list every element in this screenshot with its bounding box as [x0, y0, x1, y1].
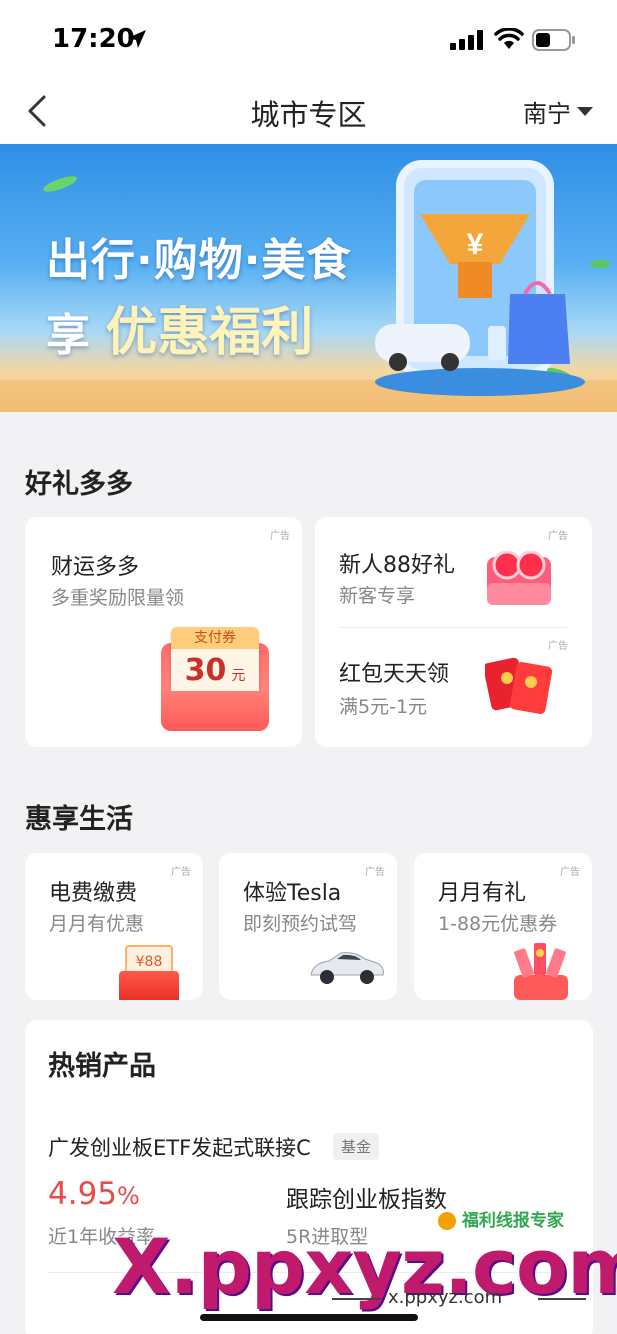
- svg-text:¥: ¥: [467, 228, 484, 261]
- banner-subheadline: 享 优惠福利: [46, 290, 313, 365]
- card-subtitle: 即刻预约试驾: [243, 913, 358, 935]
- life-card-tesla[interactable]: 广告 体验Tesla 即刻预约试驾: [219, 853, 397, 1000]
- gift-card-caiyun[interactable]: 广告 财运多多 多重奖励限量领 支付券 30 元: [25, 517, 302, 747]
- status-time: 17:20: [52, 24, 135, 54]
- section-title-life: 惠享生活: [25, 804, 133, 835]
- city-selector[interactable]: 南宁: [523, 94, 593, 129]
- coupon-unit: 元: [231, 668, 246, 684]
- status-bar: 17:20: [0, 0, 617, 80]
- banner-headline: 出行·购物·美食: [46, 235, 352, 286]
- caret-down-icon: [577, 107, 593, 116]
- bill-coupon-illustration: ¥88: [119, 945, 179, 1000]
- gift-pot-icon: [514, 943, 568, 1000]
- section-title-gifts: 好礼多多: [25, 469, 133, 500]
- coupon-value: 30: [184, 653, 227, 688]
- card-title: 月月有礼: [438, 881, 527, 906]
- life-card-electricity[interactable]: 广告 电费缴费 月月有优惠 ¥88: [25, 853, 203, 1000]
- watermark-small: x.ppxyz.com: [388, 1287, 503, 1308]
- card-subtitle: 满5元-1元: [339, 696, 428, 718]
- return-value: 4.95: [48, 1176, 118, 1212]
- gift-item-newuser[interactable]: 新人88好礼 新客专享: [315, 517, 592, 627]
- card-subtitle: 多重奖励限量领: [51, 587, 185, 609]
- fund-badge: 基金: [333, 1133, 380, 1160]
- red-envelope-icon: [485, 657, 553, 714]
- product-name: 广发创业板ETF发起式联接C: [48, 1136, 311, 1160]
- cellular-signal-icon: [450, 30, 483, 50]
- coupon-illustration: 支付券 30 元: [161, 627, 269, 731]
- ad-tag: 广告: [171, 867, 191, 878]
- promo-banner[interactable]: 出行·购物·美食 享 优惠福利 ¥: [0, 144, 617, 412]
- watermark-line-left: [332, 1298, 380, 1300]
- nav-bar: 城市专区 南宁: [0, 80, 617, 144]
- banner-prefix: 享: [46, 310, 90, 361]
- card-title: 体验Tesla: [243, 881, 342, 906]
- card-title: 新人88好礼: [339, 553, 455, 578]
- gift-item-redpacket[interactable]: 红包天天领 满5元-1元: [315, 628, 592, 747]
- card-title: 财运多多: [51, 555, 140, 580]
- city-label: 南宁: [523, 100, 571, 128]
- product-return-rate: 4.95%: [48, 1176, 140, 1212]
- gift-box-88-icon: [487, 550, 551, 605]
- ad-tag: 广告: [560, 867, 580, 878]
- battery-icon: [532, 29, 575, 51]
- banner-highlight: 优惠福利: [105, 303, 314, 363]
- location-arrow-icon: [128, 30, 146, 48]
- card-subtitle: 新客专享: [339, 585, 416, 607]
- wifi-icon: [494, 28, 524, 49]
- ad-tag: 广告: [270, 531, 290, 542]
- life-card-monthly-gift[interactable]: 广告 月月有礼 1-88元优惠券: [414, 853, 592, 1000]
- gift-card-group: 广告 新人88好礼 新客专享 广告 红包天天领 满5元-1元: [315, 517, 592, 747]
- ad-tag: 广告: [365, 867, 385, 878]
- home-indicator[interactable]: [200, 1314, 418, 1321]
- car-icon: [310, 952, 384, 984]
- watermark-line-right: [538, 1298, 586, 1300]
- return-unit: %: [117, 1182, 140, 1210]
- tracking-index: 跟踪创业板指数: [286, 1187, 447, 1213]
- card-title: 红包天天领: [339, 662, 450, 687]
- card-title: 电费缴费: [49, 881, 138, 906]
- phone-shopping-illustration: ¥: [375, 160, 585, 396]
- card-subtitle: 1-88元优惠券: [438, 913, 558, 935]
- card-subtitle: 月月有优惠: [49, 913, 145, 935]
- section-title-hot: 热销产品: [48, 1051, 156, 1082]
- coupon-label: 支付券: [171, 627, 259, 649]
